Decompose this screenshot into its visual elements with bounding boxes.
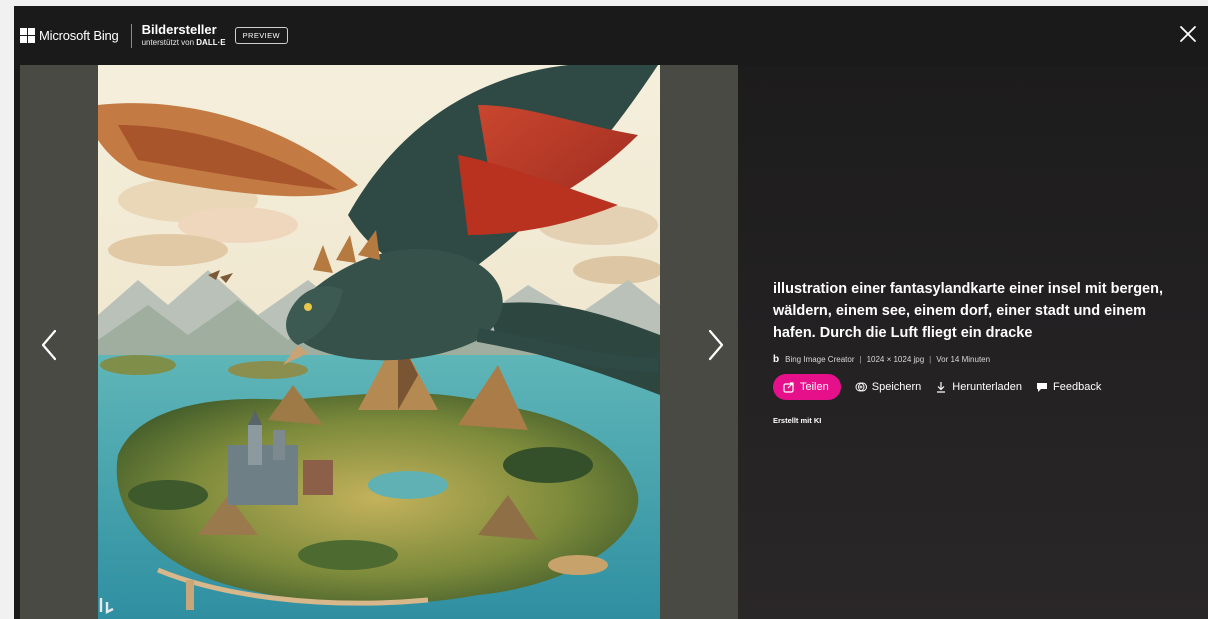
save-button[interactable]: Speichern: [855, 381, 922, 393]
fantasy-map-dragon-illustration: [98, 65, 660, 619]
download-button[interactable]: Herunterladen: [935, 381, 1022, 393]
image-meta: b Bing Image Creator | 1024 × 1024 jpg |…: [773, 354, 990, 365]
next-image-button[interactable]: [704, 327, 728, 363]
brand-text: Microsoft Bing: [39, 28, 119, 43]
close-icon: [1180, 26, 1196, 42]
bing-watermark-icon: [99, 598, 114, 614]
chevron-right-icon: [708, 329, 724, 361]
meta-separator: |: [929, 355, 932, 364]
header-bar: Microsoft Bing Bildersteller unterstützt…: [14, 6, 1208, 65]
close-button[interactable]: [1178, 24, 1198, 44]
feedback-label: Feedback: [1053, 381, 1102, 393]
image-viewer-window: Microsoft Bing Bildersteller unterstützt…: [14, 6, 1208, 619]
microsoft-logo-icon: [20, 28, 35, 43]
feedback-icon: [1037, 383, 1048, 392]
meta-source: Bing Image Creator: [785, 355, 855, 364]
share-button[interactable]: Teilen: [773, 374, 841, 400]
meta-separator: |: [859, 355, 862, 364]
image-details-panel: illustration einer fantasylandkarte eine…: [738, 65, 1208, 619]
image-stage: [20, 65, 738, 619]
meta-dimensions: 1024 × 1024 jpg: [866, 355, 925, 364]
previous-image-button[interactable]: [37, 327, 61, 363]
product-sub-prefix: unterstützt von: [141, 38, 195, 48]
header-divider: [130, 23, 132, 48]
microsoft-bing-link[interactable]: Microsoft Bing: [20, 28, 119, 43]
share-label: Teilen: [800, 381, 829, 393]
image-creator-link[interactable]: Bildersteller unterstützt von DALL·E: [142, 23, 226, 47]
action-bar: Teilen Speichern Herunterladen Feedback: [773, 374, 1101, 400]
share-icon: [783, 382, 794, 393]
preview-badge: PREVIEW: [234, 26, 288, 45]
save-collection-icon: [855, 382, 867, 392]
feedback-button[interactable]: Feedback: [1036, 381, 1101, 393]
product-title: Bildersteller: [141, 22, 217, 38]
bing-icon: b: [773, 354, 780, 365]
download-label: Herunterladen: [952, 381, 1023, 393]
download-icon: [937, 382, 946, 393]
bing-watermark: [98, 596, 120, 614]
prompt-text: illustration einer fantasylandkarte eine…: [773, 281, 1164, 341]
generated-image[interactable]: [98, 65, 660, 619]
product-sub-model: DALL·E: [196, 38, 226, 48]
chevron-left-icon: [41, 329, 57, 361]
save-label: Speichern: [871, 381, 922, 393]
product-subtitle: unterstützt von DALL·E: [141, 38, 226, 48]
meta-age: Vor 14 Minuten: [936, 355, 991, 364]
ai-generated-note: Erstellt mit KI: [773, 416, 822, 425]
